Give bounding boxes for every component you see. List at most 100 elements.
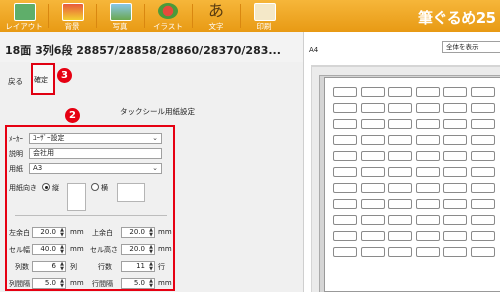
label-cell[interactable]	[388, 119, 412, 129]
label-cell[interactable]	[360, 183, 385, 193]
label-cell[interactable]	[470, 215, 495, 225]
illustration-button[interactable]: イラスト	[144, 0, 192, 32]
left-margin-unit: mm	[70, 228, 84, 236]
label-cell[interactable]	[360, 247, 385, 257]
background-button[interactable]: 背景	[48, 0, 96, 32]
label-cell[interactable]	[360, 87, 385, 97]
confirm-button[interactable]: 確定	[31, 63, 55, 95]
label-cell[interactable]	[388, 199, 412, 209]
maker-select[interactable]: ﾕｰｻﾞｰ設定 ⌄	[29, 133, 162, 144]
paper-select[interactable]: A3 ⌄	[29, 163, 162, 174]
label-cell[interactable]	[415, 87, 440, 97]
spinner-icon[interactable]: ▲ ▼	[60, 245, 64, 255]
label-cell[interactable]	[360, 135, 385, 145]
label-cell[interactable]	[415, 119, 440, 129]
row-gap-input[interactable]: 5.0 ▲ ▼	[121, 278, 155, 289]
confirm-label: 確定	[34, 76, 48, 84]
label-cell[interactable]	[415, 247, 440, 257]
label-cell[interactable]	[415, 183, 440, 193]
label-cell[interactable]	[333, 215, 357, 225]
label-cell[interactable]	[470, 167, 495, 177]
spinner-icon[interactable]: ▲ ▼	[60, 228, 64, 238]
label-cell[interactable]	[470, 199, 495, 209]
cell-height-input[interactable]: 20.0 ▲ ▼	[121, 244, 155, 255]
label-cell[interactable]	[415, 135, 440, 145]
label-cell[interactable]	[443, 199, 467, 209]
description-input[interactable]: 会社用	[29, 148, 162, 159]
label-cell[interactable]	[388, 151, 412, 161]
label-cell[interactable]	[333, 103, 357, 113]
label-cell[interactable]	[388, 247, 412, 257]
print-button[interactable]: 印刷	[240, 0, 288, 32]
label-cell[interactable]	[443, 87, 467, 97]
label-cell[interactable]	[443, 247, 467, 257]
spinner-icon[interactable]: ▲ ▼	[60, 279, 64, 289]
label-cell[interactable]	[360, 215, 385, 225]
label-cell[interactable]	[388, 231, 412, 241]
label-cell[interactable]	[470, 135, 495, 145]
paper-size-label: A4	[309, 46, 319, 54]
label-cell[interactable]	[443, 103, 467, 113]
label-cell[interactable]	[415, 167, 440, 177]
spinner-icon[interactable]: ▲ ▼	[149, 228, 153, 238]
label-cell[interactable]	[443, 167, 467, 177]
landscape-radio[interactable]	[91, 183, 99, 191]
portrait-radio[interactable]	[42, 183, 50, 191]
spinner-icon[interactable]: ▲ ▼	[60, 262, 64, 272]
label-cell[interactable]	[360, 151, 385, 161]
label-cell[interactable]	[415, 103, 440, 113]
label-cell[interactable]	[443, 119, 467, 129]
label-cell[interactable]	[333, 151, 357, 161]
label-cell[interactable]	[470, 103, 495, 113]
top-margin-input[interactable]: 20.0 ▲ ▼	[121, 227, 155, 238]
label-cell[interactable]	[470, 231, 495, 241]
spinner-icon[interactable]: ▲ ▼	[149, 279, 153, 289]
zoom-select[interactable]: 全体を表示	[442, 41, 500, 53]
label-cell[interactable]	[443, 183, 467, 193]
label-cell[interactable]	[360, 231, 385, 241]
label-cell[interactable]	[470, 183, 495, 193]
label-cell[interactable]	[388, 183, 412, 193]
label-cell[interactable]	[333, 247, 357, 257]
spinner-icon[interactable]: ▲ ▼	[149, 245, 153, 255]
label-cell[interactable]	[333, 87, 357, 97]
label-cell[interactable]	[470, 87, 495, 97]
label-cell[interactable]	[333, 135, 357, 145]
label-cell[interactable]	[333, 199, 357, 209]
label-cell[interactable]	[360, 103, 385, 113]
label-cell[interactable]	[443, 215, 467, 225]
cols-input[interactable]: 6 ▲ ▼	[32, 261, 66, 272]
spinner-icon[interactable]: ▲ ▼	[149, 262, 153, 272]
left-margin-input[interactable]: 20.0 ▲ ▼	[32, 227, 66, 238]
label-cell[interactable]	[388, 215, 412, 225]
label-cell[interactable]	[443, 231, 467, 241]
label-cell[interactable]	[360, 119, 385, 129]
label-cell[interactable]	[360, 199, 385, 209]
label-cell[interactable]	[415, 231, 440, 241]
label-cell[interactable]	[443, 135, 467, 145]
label-cell[interactable]	[415, 151, 440, 161]
label-cell[interactable]	[470, 151, 495, 161]
label-cell[interactable]	[470, 119, 495, 129]
photo-button[interactable]: 写真	[96, 0, 144, 32]
label-cell[interactable]	[415, 199, 440, 209]
text-button[interactable]: あ 文字	[192, 0, 240, 32]
label-cell[interactable]	[388, 167, 412, 177]
label-cell[interactable]	[333, 119, 357, 129]
label-cell[interactable]	[333, 167, 357, 177]
rows-input[interactable]: 11 ▲ ▼	[121, 261, 155, 272]
label-cell[interactable]	[388, 135, 412, 145]
label-cell[interactable]	[388, 87, 412, 97]
portrait-preview	[67, 183, 86, 211]
label-cell[interactable]	[333, 231, 357, 241]
back-button[interactable]: 戻る	[8, 76, 23, 87]
cell-width-input[interactable]: 40.0 ▲ ▼	[32, 244, 66, 255]
label-cell[interactable]	[443, 151, 467, 161]
layout-button[interactable]: レイアウト	[0, 0, 48, 32]
label-cell[interactable]	[360, 167, 385, 177]
label-cell[interactable]	[388, 103, 412, 113]
label-cell[interactable]	[333, 183, 357, 193]
col-gap-input[interactable]: 5.0 ▲ ▼	[32, 278, 66, 289]
label-cell[interactable]	[470, 247, 495, 257]
label-cell[interactable]	[415, 215, 440, 225]
